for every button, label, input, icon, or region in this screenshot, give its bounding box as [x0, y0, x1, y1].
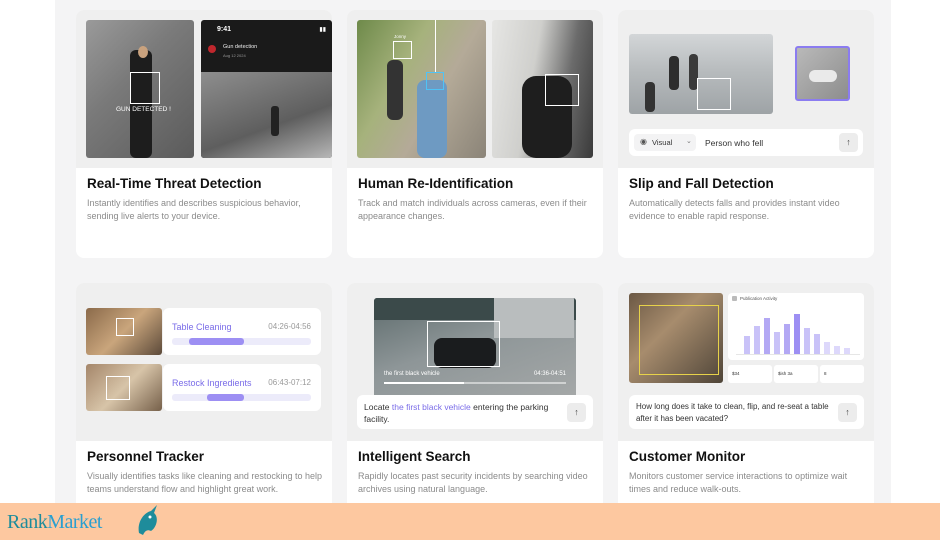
- query-highlight: the first black vehicle: [391, 402, 471, 412]
- fallen-person-box: [697, 78, 731, 110]
- card-description: Monitors customer service interactions t…: [629, 471, 848, 494]
- chevron-down-icon: ⌄: [686, 138, 692, 145]
- card-title: Slip and Fall Detection: [629, 176, 774, 191]
- task-time: 06:43-07:12: [268, 378, 311, 387]
- task-label: Restock Ingredients: [172, 378, 252, 388]
- alert-video-thumbnail: [201, 72, 332, 158]
- query-text: Locate the first black vehicle entering …: [364, 401, 559, 425]
- alert-title: Gun detection: [223, 44, 258, 50]
- crowd-camera-image: Jonny: [357, 20, 486, 158]
- stat-value: $34: [732, 371, 740, 376]
- card-title: Real-Time Threat Detection: [87, 176, 262, 191]
- feature-card-intelligent-search: the first black vehicle 04:36-04:51 Loca…: [347, 283, 603, 528]
- alert-date: Aug 12 2024: [223, 53, 246, 58]
- submit-arrow-button[interactable]: ↑: [567, 403, 586, 422]
- vehicle-box: [427, 321, 500, 367]
- doorway-camera-image: [492, 20, 593, 158]
- detection-box: [130, 72, 160, 104]
- phone-alert-screen: 9:41 ▮▮ Gun detection Aug 12 2024: [201, 20, 332, 158]
- kitchen-image-2: [86, 364, 162, 411]
- chart-icon: [732, 296, 737, 301]
- search-query[interactable]: Person who fell: [705, 138, 763, 148]
- feature-card-personnel-tracker: Table Cleaning 04:26-04:56 Restock Ingre…: [76, 283, 332, 528]
- question-box[interactable]: How long does it take to clean, flip, an…: [629, 395, 864, 429]
- feature-card-customer-monitor: Publication Activity $34 $ish 3a 8 How l…: [618, 283, 874, 528]
- natural-language-query-box[interactable]: Locate the first black vehicle entering …: [357, 395, 593, 429]
- task-row-restock[interactable]: Restock Ingredients 06:43-07:12: [163, 364, 321, 411]
- card-title: Human Re-Identification: [358, 176, 514, 191]
- feature-card-threat-detection: GUN DETECTED ! 9:41 ▮▮ Gun detection Aug…: [76, 10, 332, 258]
- person-tag: Jonny: [394, 34, 407, 39]
- card-title: Personnel Tracker: [87, 449, 205, 464]
- activity-chart-panel: Publication Activity: [728, 293, 864, 360]
- card-description: Track and match individuals across camer…: [358, 198, 587, 221]
- submit-arrow-button[interactable]: ↑: [838, 403, 857, 422]
- feature-card-slip-fall: ◉ Visual ⌄ Person who fell ↑ Slip and Fa…: [618, 10, 874, 258]
- clip-label: the first black vehicle: [384, 371, 440, 377]
- clip-timeline[interactable]: [384, 382, 566, 384]
- stat-value: 8: [824, 371, 827, 376]
- task-track: [172, 338, 311, 345]
- visual-search-bar[interactable]: ◉ Visual ⌄ Person who fell ↑: [629, 129, 863, 156]
- task-track: [172, 394, 311, 401]
- task-progress: [188, 338, 245, 345]
- restaurant-camera-image: [629, 293, 723, 383]
- chart-title: Publication Activity: [740, 296, 778, 301]
- task-box: [106, 376, 130, 400]
- gun-detected-label: GUN DETECTED !: [116, 106, 171, 113]
- stat-box-3: 8: [820, 365, 864, 383]
- stat-box-2: $ish 3a: [774, 365, 818, 383]
- activity-bars: [736, 307, 860, 355]
- query-prefix: Locate: [364, 402, 392, 412]
- visual-mode-dropdown[interactable]: ◉ Visual ⌄: [634, 134, 696, 151]
- unicorn-icon: [135, 505, 161, 537]
- submit-arrow-button[interactable]: ↑: [839, 133, 858, 152]
- question-text: How long does it take to clean, flip, an…: [636, 402, 829, 423]
- card-title: Intelligent Search: [358, 449, 471, 464]
- stat-box-1: $34: [728, 365, 772, 383]
- kitchen-image-1: [86, 308, 162, 355]
- alert-icon: [208, 45, 216, 53]
- rankmarket-logo[interactable]: RankMarket: [7, 505, 157, 535]
- phone-time: 9:41: [217, 26, 232, 33]
- card-media: [76, 283, 332, 441]
- task-row-cleaning[interactable]: Table Cleaning 04:26-04:56: [163, 308, 321, 355]
- card-description: Rapidly locates past security incidents …: [358, 471, 588, 494]
- match-box: [545, 74, 579, 106]
- feature-card-reidentification: Jonny Human Re-Identification Track and …: [347, 10, 603, 258]
- logo-text-market: Market: [47, 511, 102, 533]
- eye-icon: ◉: [640, 137, 647, 146]
- card-title: Customer Monitor: [629, 449, 746, 464]
- parking-camera-image: the first black vehicle 04:36-04:51: [374, 298, 576, 398]
- mode-label: Visual: [652, 138, 673, 147]
- card-description: Automatically detects falls and provides…: [629, 198, 840, 221]
- office-camera-image: [629, 34, 773, 114]
- signal-icon: ▮▮: [319, 27, 326, 33]
- street-camera-image: GUN DETECTED !: [86, 20, 194, 158]
- fall-zoom-thumbnail: [795, 46, 850, 101]
- task-box: [116, 318, 134, 336]
- tracked-person-box-2: [426, 72, 444, 90]
- track-line: [435, 20, 436, 72]
- task-progress: [206, 394, 245, 401]
- card-description: Instantly identifies and describes suspi…: [87, 198, 301, 221]
- clip-time: 04:36-04:51: [533, 371, 566, 377]
- logo-text-rank: Rank: [7, 511, 48, 533]
- tracked-person-box: [393, 41, 412, 59]
- stat-value: $ish 3a: [778, 371, 793, 376]
- card-description: Visually identifies tasks like cleaning …: [87, 471, 322, 494]
- task-label: Table Cleaning: [172, 322, 232, 332]
- zone-box: [639, 305, 719, 375]
- clip-timeline-fill: [384, 382, 464, 384]
- task-time: 04:26-04:56: [268, 322, 311, 331]
